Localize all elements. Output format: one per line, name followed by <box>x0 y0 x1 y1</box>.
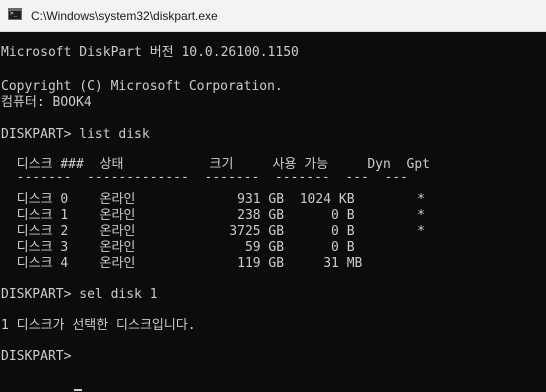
version-line: Microsoft DiskPart 버전 10.0.26100.1150 <box>1 45 299 60</box>
selection-message: 1 디스크가 선택한 디스크입니다. <box>1 318 196 333</box>
disk-row: 디스크 0 온라인 931 GB 1024 KB * <box>1 192 425 207</box>
computer-name-line: 컴퓨터: BOOK4 <box>1 95 92 110</box>
disk-row: 디스크 2 온라인 3725 GB 0 B * <box>1 224 425 239</box>
title-bar[interactable]: >_ C:\Windows\system32\diskpart.exe <box>0 0 546 32</box>
window-title: C:\Windows\system32\diskpart.exe <box>31 9 218 23</box>
disk-row: 디스크 3 온라인 59 GB 0 B <box>1 240 355 255</box>
diskpart-window: >_ C:\Windows\system32\diskpart.exe Micr… <box>0 0 546 392</box>
command-sel-disk: DISKPART> sel disk 1 <box>1 287 158 302</box>
disk-table-separator: ------- ------------- ------- ------- --… <box>1 170 408 185</box>
copyright-line: Copyright (C) Microsoft Corporation. <box>1 79 283 94</box>
console-output[interactable]: Microsoft DiskPart 버전 10.0.26100.1150 Co… <box>0 32 546 392</box>
current-prompt[interactable]: DISKPART> <box>1 349 79 365</box>
disk-row: 디스크 1 온라인 238 GB 0 B * <box>1 208 425 223</box>
disk-row: 디스크 4 온라인 119 GB 31 MB <box>1 256 363 271</box>
console-icon: >_ <box>8 8 22 20</box>
command-list-disk: DISKPART> list disk <box>1 127 150 142</box>
text-cursor <box>74 389 82 391</box>
